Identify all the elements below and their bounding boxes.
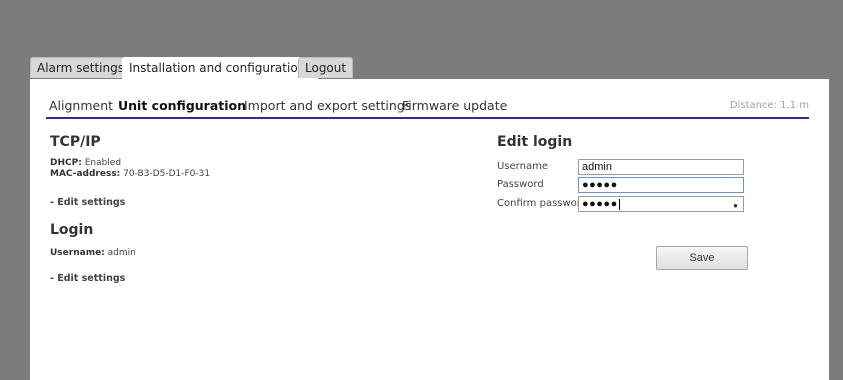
edit-login-title: Edit login bbox=[497, 134, 573, 150]
subnav-item-unit-configuration[interactable]: Unit configuration bbox=[118, 98, 246, 113]
tab-label: Installation and configuration bbox=[129, 61, 306, 75]
login-username-label: Username: bbox=[50, 248, 105, 258]
confirm-password-value: ●●●●● bbox=[582, 198, 618, 210]
tab-alarm-settings[interactable]: Alarm settings bbox=[30, 57, 131, 78]
password-label: Password bbox=[497, 179, 544, 190]
content-panel: Alignment Unit configuration Import and … bbox=[30, 79, 829, 380]
tab-label: Alarm settings bbox=[37, 61, 124, 75]
password-field[interactable]: ●●●●● bbox=[578, 177, 744, 193]
tab-logout[interactable]: Logout bbox=[298, 57, 354, 78]
text-caret bbox=[618, 198, 620, 210]
confirm-password-field[interactable]: ●●●●● ● bbox=[578, 196, 744, 212]
mac-info: MAC-address: 70-B3-D5-D1-F0-31 bbox=[50, 169, 210, 179]
tcpip-title: TCP/IP bbox=[50, 134, 101, 150]
distance-readout: Distance: 1.1 m bbox=[729, 100, 809, 111]
tab-installation-configuration[interactable]: Installation and configuration bbox=[122, 57, 319, 79]
tcpip-edit-settings-link[interactable]: - Edit settings bbox=[50, 197, 125, 208]
tab-label: Logout bbox=[305, 61, 347, 75]
login-username-value: admin bbox=[107, 248, 136, 258]
eye-icon[interactable]: ● bbox=[733, 199, 738, 213]
confirm-password-label: Confirm password bbox=[497, 198, 588, 209]
dhcp-label: DHCP: bbox=[50, 158, 82, 168]
sub-navigation: Alignment Unit configuration Import and … bbox=[46, 95, 809, 119]
username-label: Username bbox=[497, 161, 548, 172]
dhcp-info: DHCP: Enabled bbox=[50, 158, 121, 168]
mac-label: MAC-address: bbox=[50, 169, 121, 179]
password-value: ●●●●● bbox=[582, 179, 618, 191]
edit-login-form: Edit login Username admin Password ●●●●●… bbox=[497, 134, 797, 274]
save-button[interactable]: Save bbox=[656, 246, 748, 270]
dhcp-value: Enabled bbox=[84, 158, 122, 168]
login-title: Login bbox=[50, 222, 94, 238]
subnav-item-import-export[interactable]: Import and export settings bbox=[244, 98, 411, 113]
mac-value: 70-B3-D5-D1-F0-31 bbox=[123, 169, 211, 179]
login-username-info: Username: admin bbox=[50, 248, 136, 258]
login-edit-settings-link[interactable]: - Edit settings bbox=[50, 273, 125, 284]
subnav-item-firmware-update[interactable]: Firmware update bbox=[402, 98, 507, 113]
username-value: admin bbox=[582, 161, 612, 173]
subnav-item-alignment[interactable]: Alignment bbox=[49, 98, 113, 113]
username-field[interactable]: admin bbox=[578, 159, 744, 175]
